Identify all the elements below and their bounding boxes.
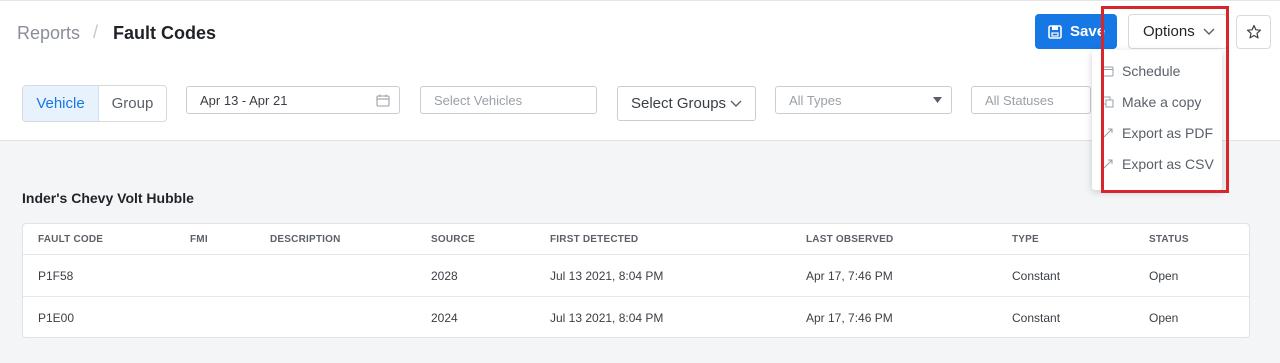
source-cell: 2028 bbox=[431, 269, 458, 283]
last-observed-cell: Apr 17, 7:46 PM bbox=[806, 311, 893, 325]
chevron-down-icon bbox=[730, 100, 742, 107]
filter-bar: Vehicle Group Apr 13 - Apr 21 Select Veh… bbox=[0, 62, 1280, 141]
column-header[interactable]: STATUS bbox=[1149, 224, 1189, 254]
statuses-select[interactable]: All Statuses bbox=[971, 86, 1091, 114]
status-cell: Open bbox=[1149, 311, 1179, 325]
favorite-button[interactable] bbox=[1236, 15, 1271, 49]
column-header[interactable]: SOURCE bbox=[431, 224, 475, 254]
groups-label: Select Groups bbox=[631, 95, 727, 112]
toggle-vehicle[interactable]: Vehicle bbox=[23, 86, 99, 121]
fault-code-cell: P1F58 bbox=[38, 269, 74, 283]
breadcrumb-separator: / bbox=[93, 22, 99, 42]
save-icon bbox=[1048, 24, 1062, 39]
breadcrumb-reports[interactable]: Reports bbox=[17, 23, 80, 44]
view-toggle: Vehicle Group bbox=[22, 85, 167, 122]
table-row[interactable]: P1E00 2024 Jul 13 2021, 8:04 PM Apr 17, … bbox=[23, 296, 1249, 338]
save-label: Save bbox=[1070, 23, 1106, 40]
column-header[interactable]: FMI bbox=[190, 224, 208, 254]
statuses-placeholder: All Statuses bbox=[985, 92, 1054, 108]
table-row[interactable]: P1F58 2028 Jul 13 2021, 8:04 PM Apr 17, … bbox=[23, 254, 1249, 296]
column-header[interactable]: FAULT CODE bbox=[38, 224, 103, 254]
type-cell: Constant bbox=[1012, 269, 1061, 283]
vehicles-placeholder: Select Vehicles bbox=[434, 92, 523, 108]
column-header[interactable]: LAST OBSERVED bbox=[806, 224, 893, 254]
report-content: Inder's Chevy Volt Hubble FAULT CODE FMI… bbox=[0, 141, 1280, 363]
page-title: Fault Codes bbox=[113, 23, 217, 43]
date-range-value: Apr 13 - Apr 21 bbox=[200, 92, 288, 108]
star-icon bbox=[1246, 24, 1261, 39]
first-detected-cell: Jul 13 2021, 8:04 PM bbox=[550, 311, 664, 325]
type-cell: Constant bbox=[1012, 311, 1061, 325]
vehicles-select[interactable]: Select Vehicles bbox=[420, 86, 597, 114]
caret-down-icon bbox=[933, 97, 942, 103]
fault-code-cell: P1E00 bbox=[38, 311, 75, 325]
first-detected-cell: Jul 13 2021, 8:04 PM bbox=[550, 269, 664, 283]
toggle-group[interactable]: Group bbox=[99, 86, 166, 121]
fault-codes-table: FAULT CODE FMI DESCRIPTION SOURCE FIRST … bbox=[22, 223, 1250, 338]
column-header[interactable]: FIRST DETECTED bbox=[550, 224, 638, 254]
calendar-icon bbox=[376, 94, 390, 107]
top-bar: Reports / Fault Codes Save Options bbox=[0, 0, 1280, 62]
date-range-input[interactable]: Apr 13 - Apr 21 bbox=[186, 86, 400, 114]
last-observed-cell: Apr 17, 7:46 PM bbox=[806, 269, 893, 283]
types-placeholder: All Types bbox=[789, 92, 842, 108]
types-select[interactable]: All Types bbox=[775, 86, 952, 114]
column-header[interactable]: TYPE bbox=[1012, 224, 1039, 254]
highlight-box bbox=[1101, 6, 1229, 193]
column-header[interactable]: DESCRIPTION bbox=[270, 224, 341, 254]
source-cell: 2024 bbox=[431, 311, 458, 325]
group-title: Inder's Chevy Volt Hubble bbox=[22, 190, 194, 206]
status-cell: Open bbox=[1149, 269, 1179, 283]
groups-select[interactable]: Select Groups bbox=[617, 86, 756, 121]
